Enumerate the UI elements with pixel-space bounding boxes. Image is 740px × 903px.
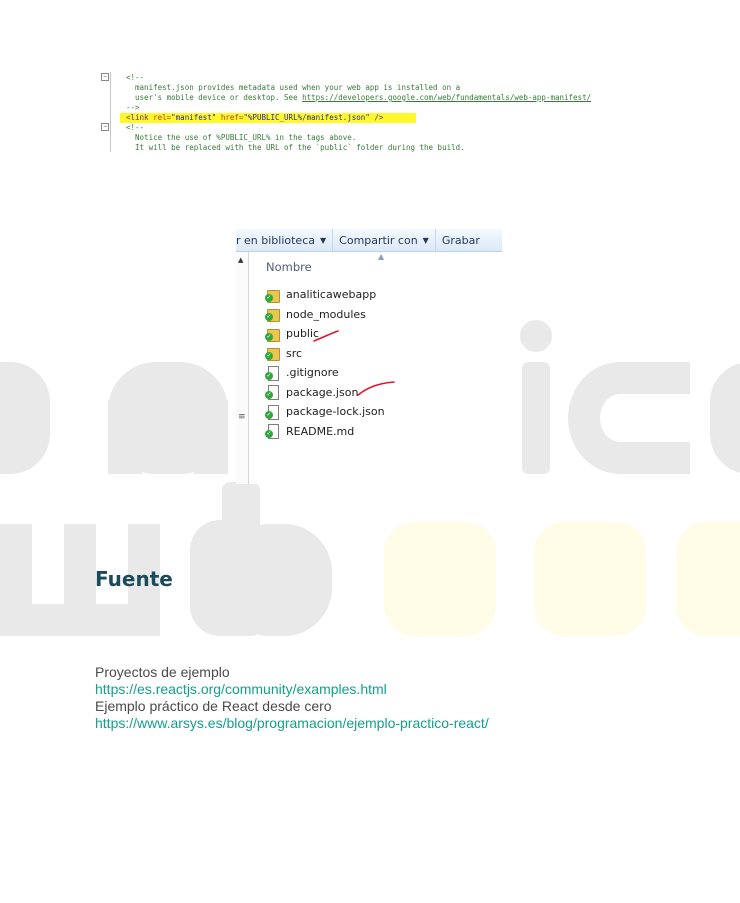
scroll-up-icon[interactable]: ▲ bbox=[238, 256, 243, 264]
reference-title: Ejemplo práctico de React desde cero bbox=[95, 698, 332, 714]
list-item[interactable]: ✓ README.md bbox=[265, 422, 385, 442]
manifest-docs-link[interactable]: https://developers.google.com/web/fundam… bbox=[302, 93, 591, 102]
references: Proyectos de ejemplo https://es.reactjs.… bbox=[95, 664, 489, 732]
code-line: manifest.json provides metadata used whe… bbox=[126, 83, 461, 92]
burn-button[interactable]: Grabar bbox=[434, 229, 486, 251]
fold-icon: − bbox=[101, 73, 109, 81]
code-line: <!-- bbox=[126, 73, 145, 82]
code-line: user's mobile device or desktop. See htt… bbox=[126, 93, 592, 102]
include-in-library-button[interactable]: r en biblioteca ▼ bbox=[236, 229, 332, 251]
file-name: src bbox=[286, 346, 303, 360]
file-name: package.json bbox=[286, 385, 359, 399]
splitter-grip-icon[interactable]: ≡ bbox=[238, 412, 246, 422]
include-in-library-label: r en biblioteca bbox=[236, 233, 315, 247]
file-icon: ✓ bbox=[265, 365, 280, 381]
code-line: It will be replaced with the URL of the … bbox=[126, 143, 465, 152]
code-snippet: − − <!-- manifest.json provides metadata… bbox=[96, 72, 596, 152]
reference-link[interactable]: https://es.reactjs.org/community/example… bbox=[95, 681, 489, 698]
list-item[interactable]: ✓ package.json bbox=[265, 383, 385, 403]
list-item[interactable]: ✓ package-lock.json bbox=[265, 402, 385, 422]
code-gutter: − − bbox=[100, 72, 111, 152]
fold-icon: − bbox=[101, 123, 109, 131]
share-with-label: Compartir con bbox=[339, 233, 418, 247]
explorer-toolbar: r en biblioteca ▼ Compartir con ▼ Grabar bbox=[236, 229, 502, 252]
list-item[interactable]: ✓ src bbox=[265, 344, 385, 364]
file-name: README.md bbox=[286, 424, 355, 438]
sort-ascending-icon: ▲ bbox=[378, 252, 385, 261]
folder-icon: ✓ bbox=[265, 288, 280, 303]
file-icon: ✓ bbox=[265, 385, 280, 401]
list-item[interactable]: ✓ .gitignore bbox=[265, 363, 385, 383]
folder-icon: ✓ bbox=[265, 327, 280, 342]
share-with-button[interactable]: Compartir con ▼ bbox=[332, 229, 435, 251]
list-item[interactable]: ✓ analiticawebapp bbox=[265, 285, 385, 305]
file-name: public bbox=[286, 327, 320, 341]
file-name: package-lock.json bbox=[286, 405, 385, 419]
list-item[interactable]: ✓ public bbox=[265, 324, 385, 344]
column-header-name[interactable]: Nombre bbox=[266, 260, 312, 274]
file-icon: ✓ bbox=[265, 404, 280, 420]
file-list: ✓ analiticawebapp ✓ node_modules ✓ publi… bbox=[265, 285, 385, 442]
section-heading: Fuente bbox=[95, 567, 173, 591]
reference-title: Proyectos de ejemplo bbox=[95, 664, 230, 680]
nav-pane-scrollbar[interactable]: ▲ ≡ bbox=[236, 252, 249, 484]
code-line: Notice the use of %PUBLIC_URL% in the ta… bbox=[126, 133, 357, 142]
chevron-down-icon: ▼ bbox=[422, 235, 429, 245]
burn-label: Grabar bbox=[441, 233, 480, 247]
highlighted-link-tag-line: <link rel="manifest" href="%PUBLIC_URL%/… bbox=[120, 113, 416, 123]
file-icon: ✓ bbox=[265, 424, 280, 440]
file-explorer: r en biblioteca ▼ Compartir con ▼ Grabar… bbox=[236, 229, 502, 484]
code-line: <!-- bbox=[126, 123, 145, 132]
file-name: analiticawebapp bbox=[286, 288, 377, 302]
code-line: --> bbox=[126, 103, 140, 112]
file-name: .gitignore bbox=[286, 366, 339, 380]
file-name: node_modules bbox=[286, 307, 366, 321]
chevron-down-icon: ▼ bbox=[320, 235, 327, 245]
folder-icon: ✓ bbox=[265, 346, 280, 362]
list-item[interactable]: ✓ node_modules bbox=[265, 305, 385, 325]
folder-icon: ✓ bbox=[265, 307, 280, 323]
reference-link[interactable]: https://www.arsys.es/blog/programacion/e… bbox=[95, 715, 489, 732]
